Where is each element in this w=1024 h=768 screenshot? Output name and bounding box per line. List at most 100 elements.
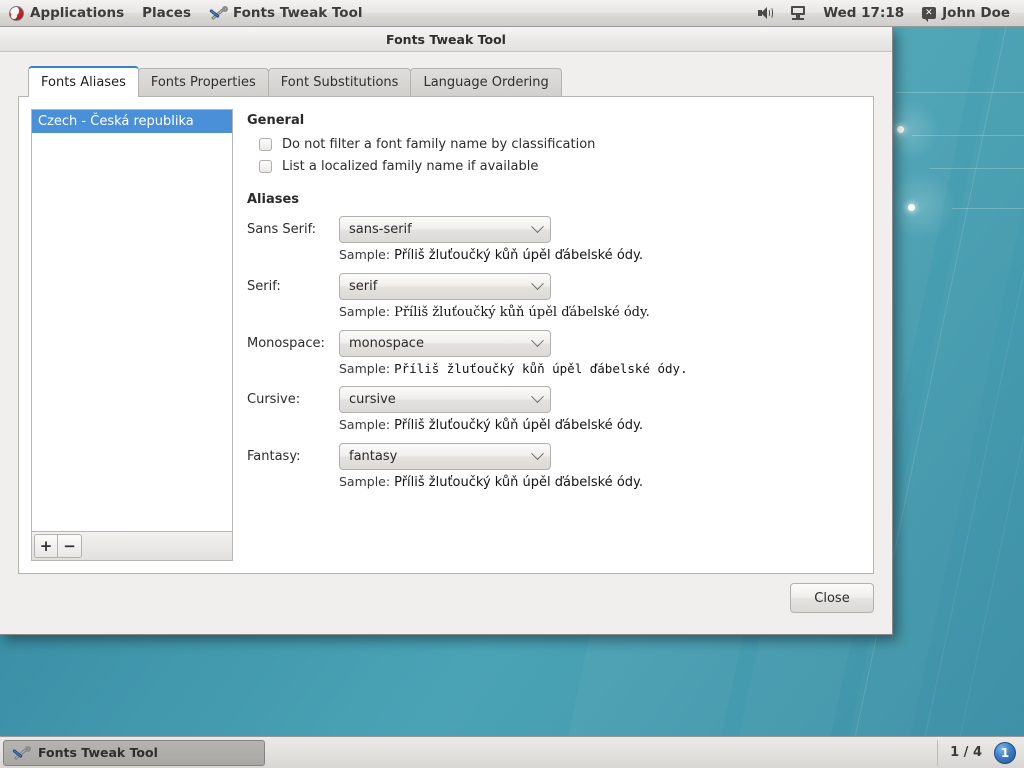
alias-combo-sans-serif-value: sans-serif	[349, 222, 412, 237]
language-list-column: Czech - Česká republika + −	[31, 109, 233, 561]
sample-text-cursive: Příliš žluťoučký kůň úpěl ďábelské ódy.	[394, 418, 643, 433]
tab-strip: Fonts Aliases Fonts Properties Font Subs…	[28, 66, 874, 97]
sample-label: Sample:	[339, 304, 391, 319]
volume-icon	[758, 6, 774, 20]
desktop-screen: Applications Places Fonts Tweak Tool Wed…	[0, 0, 1024, 768]
alias-row-cursive: Cursive: cursive	[247, 386, 861, 413]
wrench-screwdriver-icon	[209, 5, 228, 21]
chevron-down-icon	[531, 220, 544, 234]
checkbox-no-filter-label: Do not filter a font family name by clas…	[282, 137, 596, 152]
checkbox-localized-name-label: List a localized family name if availabl…	[282, 159, 539, 174]
dialog-action-bar: Close	[18, 574, 874, 622]
sample-row-serif: Sample: Příliš žluťoučký kůň úpěl ďábels…	[339, 304, 739, 320]
close-button[interactable]: Close	[790, 583, 874, 613]
tab-fonts-properties-label: Fonts Properties	[150, 75, 256, 90]
alias-combo-serif-value: serif	[349, 279, 378, 294]
alias-label-fantasy: Fantasy:	[247, 449, 301, 464]
tab-fonts-properties[interactable]: Fonts Properties	[137, 68, 269, 96]
settings-column: General Do not filter a font family name…	[247, 109, 861, 561]
language-listbox[interactable]: Czech - Česká republika	[31, 109, 233, 531]
tab-language-ordering-label: Language Ordering	[423, 75, 549, 90]
sample-row-monospace: Sample: Příliš žluťoučký kůň úpěl ďábels…	[339, 361, 739, 376]
list-item-label: Czech - Česká republika	[38, 114, 194, 129]
clock[interactable]: Wed 17:18	[814, 0, 913, 27]
sample-label: Sample:	[339, 474, 391, 489]
user-status-icon: ✕	[922, 7, 937, 22]
top-panel: Applications Places Fonts Tweak Tool Wed…	[0, 0, 1024, 27]
workspace-switcher[interactable]: 1 / 4	[937, 739, 994, 766]
user-menu-label: John Doe	[942, 5, 1010, 21]
workspace-indicator-label: 1 / 4	[950, 745, 982, 760]
chevron-down-icon	[531, 334, 544, 348]
list-item[interactable]: Czech - Česká republika	[32, 110, 232, 133]
fonts-aliases-panel: Czech - Česká republika + − General Do n…	[18, 96, 874, 574]
sample-text-serif: Příliš žluťoučký kůň úpěl ďábelské ódy.	[394, 305, 650, 320]
volume-indicator[interactable]	[749, 0, 782, 27]
sample-row-fantasy: Sample: Příliš žluťoučký kůň úpěl ďábels…	[339, 474, 739, 490]
user-menu[interactable]: ✕ John Doe	[913, 0, 1024, 27]
gnome-logo-icon	[9, 5, 24, 21]
applications-menu[interactable]: Applications	[0, 0, 133, 27]
sample-label: Sample:	[339, 247, 391, 262]
alias-combo-monospace[interactable]: monospace	[339, 330, 551, 357]
alias-combo-sans-serif[interactable]: sans-serif	[339, 216, 551, 243]
checkbox-no-filter[interactable]	[259, 138, 272, 151]
aliases-group-title: Aliases	[247, 192, 300, 207]
places-menu-label: Places	[142, 5, 191, 21]
close-button-label: Close	[814, 590, 850, 606]
tab-font-substitutions[interactable]: Font Substitutions	[267, 68, 412, 96]
tab-fonts-aliases[interactable]: Fonts Aliases	[28, 66, 139, 97]
alias-label-serif: Serif:	[247, 279, 281, 294]
general-group-title: General	[247, 113, 305, 128]
alias-combo-serif[interactable]: serif	[339, 273, 551, 300]
wrench-screwdriver-icon	[12, 745, 31, 761]
chevron-down-icon	[531, 277, 544, 291]
window-body: Fonts Aliases Fonts Properties Font Subs…	[0, 52, 892, 634]
language-list-toolbar: + −	[31, 531, 233, 561]
alias-row-sans-serif: Sans Serif: sans-serif	[247, 216, 861, 243]
alias-combo-monospace-value: monospace	[349, 336, 424, 351]
taskbar-item-label: Fonts Tweak Tool	[38, 745, 158, 760]
workspace-badge[interactable]: 1	[994, 741, 1016, 764]
chevron-down-icon	[531, 390, 544, 404]
alias-label-cursive: Cursive:	[247, 392, 301, 407]
active-application-label: Fonts Tweak Tool	[232, 5, 363, 21]
checkbox-row-no-filter[interactable]: Do not filter a font family name by clas…	[259, 137, 861, 152]
taskbar-item-fonts-tweak-tool[interactable]: Fonts Tweak Tool	[3, 739, 265, 766]
alias-label-sans-serif: Sans Serif:	[247, 222, 317, 237]
add-language-button[interactable]: +	[34, 534, 58, 558]
window-titlebar: Fonts Tweak Tool	[0, 27, 892, 52]
checkbox-localized-name[interactable]	[259, 160, 272, 173]
aliases-group: Aliases Sans Serif: sans-serif Sample: P…	[247, 192, 861, 490]
places-menu[interactable]: Places	[133, 0, 200, 27]
tab-fonts-aliases-label: Fonts Aliases	[41, 74, 126, 90]
tab-font-substitutions-label: Font Substitutions	[280, 75, 399, 90]
alias-combo-fantasy-value: fantasy	[349, 449, 398, 464]
alias-combo-fantasy[interactable]: fantasy	[339, 443, 551, 470]
remove-language-button[interactable]: −	[58, 534, 82, 558]
sample-label: Sample:	[339, 361, 391, 376]
alias-combo-cursive-value: cursive	[349, 392, 396, 407]
network-monitor-indicator[interactable]	[782, 0, 814, 27]
active-application-menu[interactable]: Fonts Tweak Tool	[200, 0, 371, 27]
applications-menu-label: Applications	[30, 5, 125, 21]
sample-row-sans-serif: Sample: Příliš žluťoučký kůň úpěl ďábels…	[339, 247, 739, 263]
alias-label-monospace: Monospace:	[247, 336, 325, 351]
sample-text-monospace: Příliš žluťoučký kůň úpěl ďábelské ódy.	[394, 361, 688, 376]
clock-label: Wed 17:18	[823, 5, 905, 21]
tab-language-ordering[interactable]: Language Ordering	[410, 68, 562, 96]
sample-row-cursive: Sample: Příliš žluťoučký kůň úpěl ďábels…	[339, 417, 739, 433]
sample-text-sans-serif: Příliš žluťoučký kůň úpěl ďábelské ódy.	[394, 248, 643, 263]
sample-label: Sample:	[339, 417, 391, 432]
workspace-badge-label: 1	[1000, 745, 1010, 760]
bottom-panel: Fonts Tweak Tool 1 / 4 1	[0, 736, 1024, 768]
alias-row-monospace: Monospace: monospace	[247, 330, 861, 357]
network-monitor-icon	[791, 6, 806, 20]
alias-row-serif: Serif: serif	[247, 273, 861, 300]
alias-row-fantasy: Fantasy: fantasy	[247, 443, 861, 470]
sample-text-fantasy: Příliš žluťoučký kůň úpěl ďábelské ódy.	[394, 475, 643, 490]
plus-icon: +	[39, 536, 53, 555]
alias-combo-cursive[interactable]: cursive	[339, 386, 551, 413]
window-title: Fonts Tweak Tool	[386, 31, 506, 47]
checkbox-row-localized-name[interactable]: List a localized family name if availabl…	[259, 159, 861, 174]
